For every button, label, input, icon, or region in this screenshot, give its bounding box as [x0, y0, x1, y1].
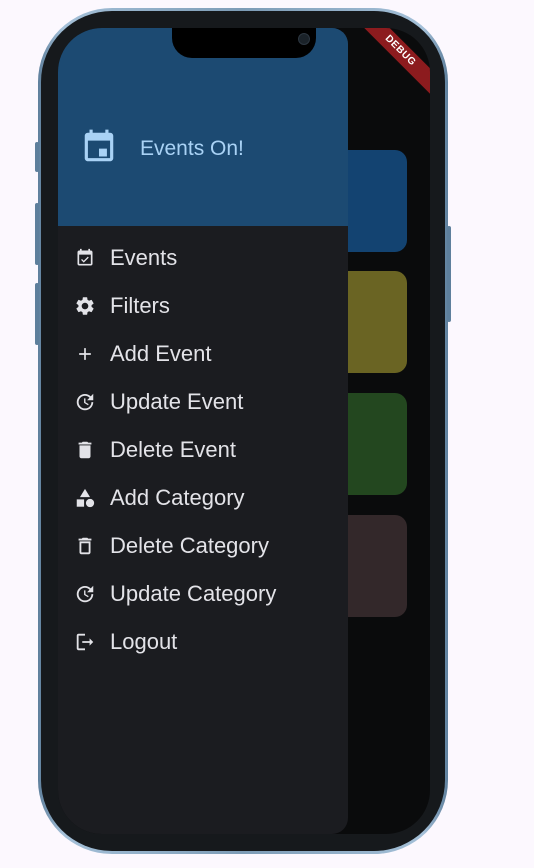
menu-item-label: Update Category [110, 581, 277, 606]
app-title: Events On! [140, 137, 244, 160]
menu-item-label: Update Event [110, 389, 244, 414]
plus-icon [74, 343, 96, 365]
menu-item-update-event[interactable]: Update Event [58, 378, 348, 426]
menu-item-label: Delete Event [110, 437, 236, 462]
menu-item-label: Filters [110, 293, 170, 318]
logout-icon [74, 631, 96, 653]
menu-item-delete-event[interactable]: Delete Event [58, 426, 348, 474]
update-icon [74, 583, 96, 605]
phone-side-button [447, 226, 451, 322]
update-icon [74, 391, 96, 413]
menu-item-delete-category[interactable]: Delete Category [58, 522, 348, 570]
drawer-menu: Events Filters Add Event Update Event De… [58, 234, 348, 666]
menu-item-filters[interactable]: Filters [58, 282, 348, 330]
menu-item-logout[interactable]: Logout [58, 618, 348, 666]
phone-side-button [35, 283, 39, 345]
trash-outline-icon [74, 535, 96, 557]
camera-lens [298, 33, 310, 45]
menu-item-add-category[interactable]: Add Category [58, 474, 348, 522]
gear-icon [74, 295, 96, 317]
phone-side-button [35, 142, 39, 172]
menu-item-events[interactable]: Events [58, 234, 348, 282]
menu-item-label: Add Category [110, 485, 245, 510]
trash-icon [74, 439, 96, 461]
menu-item-add-event[interactable]: Add Event [58, 330, 348, 378]
menu-item-label: Add Event [110, 341, 212, 366]
calendar-icon [84, 129, 114, 162]
menu-item-label: Logout [110, 629, 178, 654]
navigation-drawer: Events On! Events Filters Add Event Upda… [58, 28, 348, 834]
category-icon [74, 487, 96, 509]
phone-side-button [35, 203, 39, 265]
event-check-icon [74, 247, 96, 269]
menu-item-label: Events [110, 245, 178, 270]
menu-item-label: Delete Category [110, 533, 269, 558]
phone-notch [172, 28, 316, 58]
menu-item-update-category[interactable]: Update Category [58, 570, 348, 618]
phone-screen: es DEBUG Events On! Events Filters [58, 28, 430, 834]
